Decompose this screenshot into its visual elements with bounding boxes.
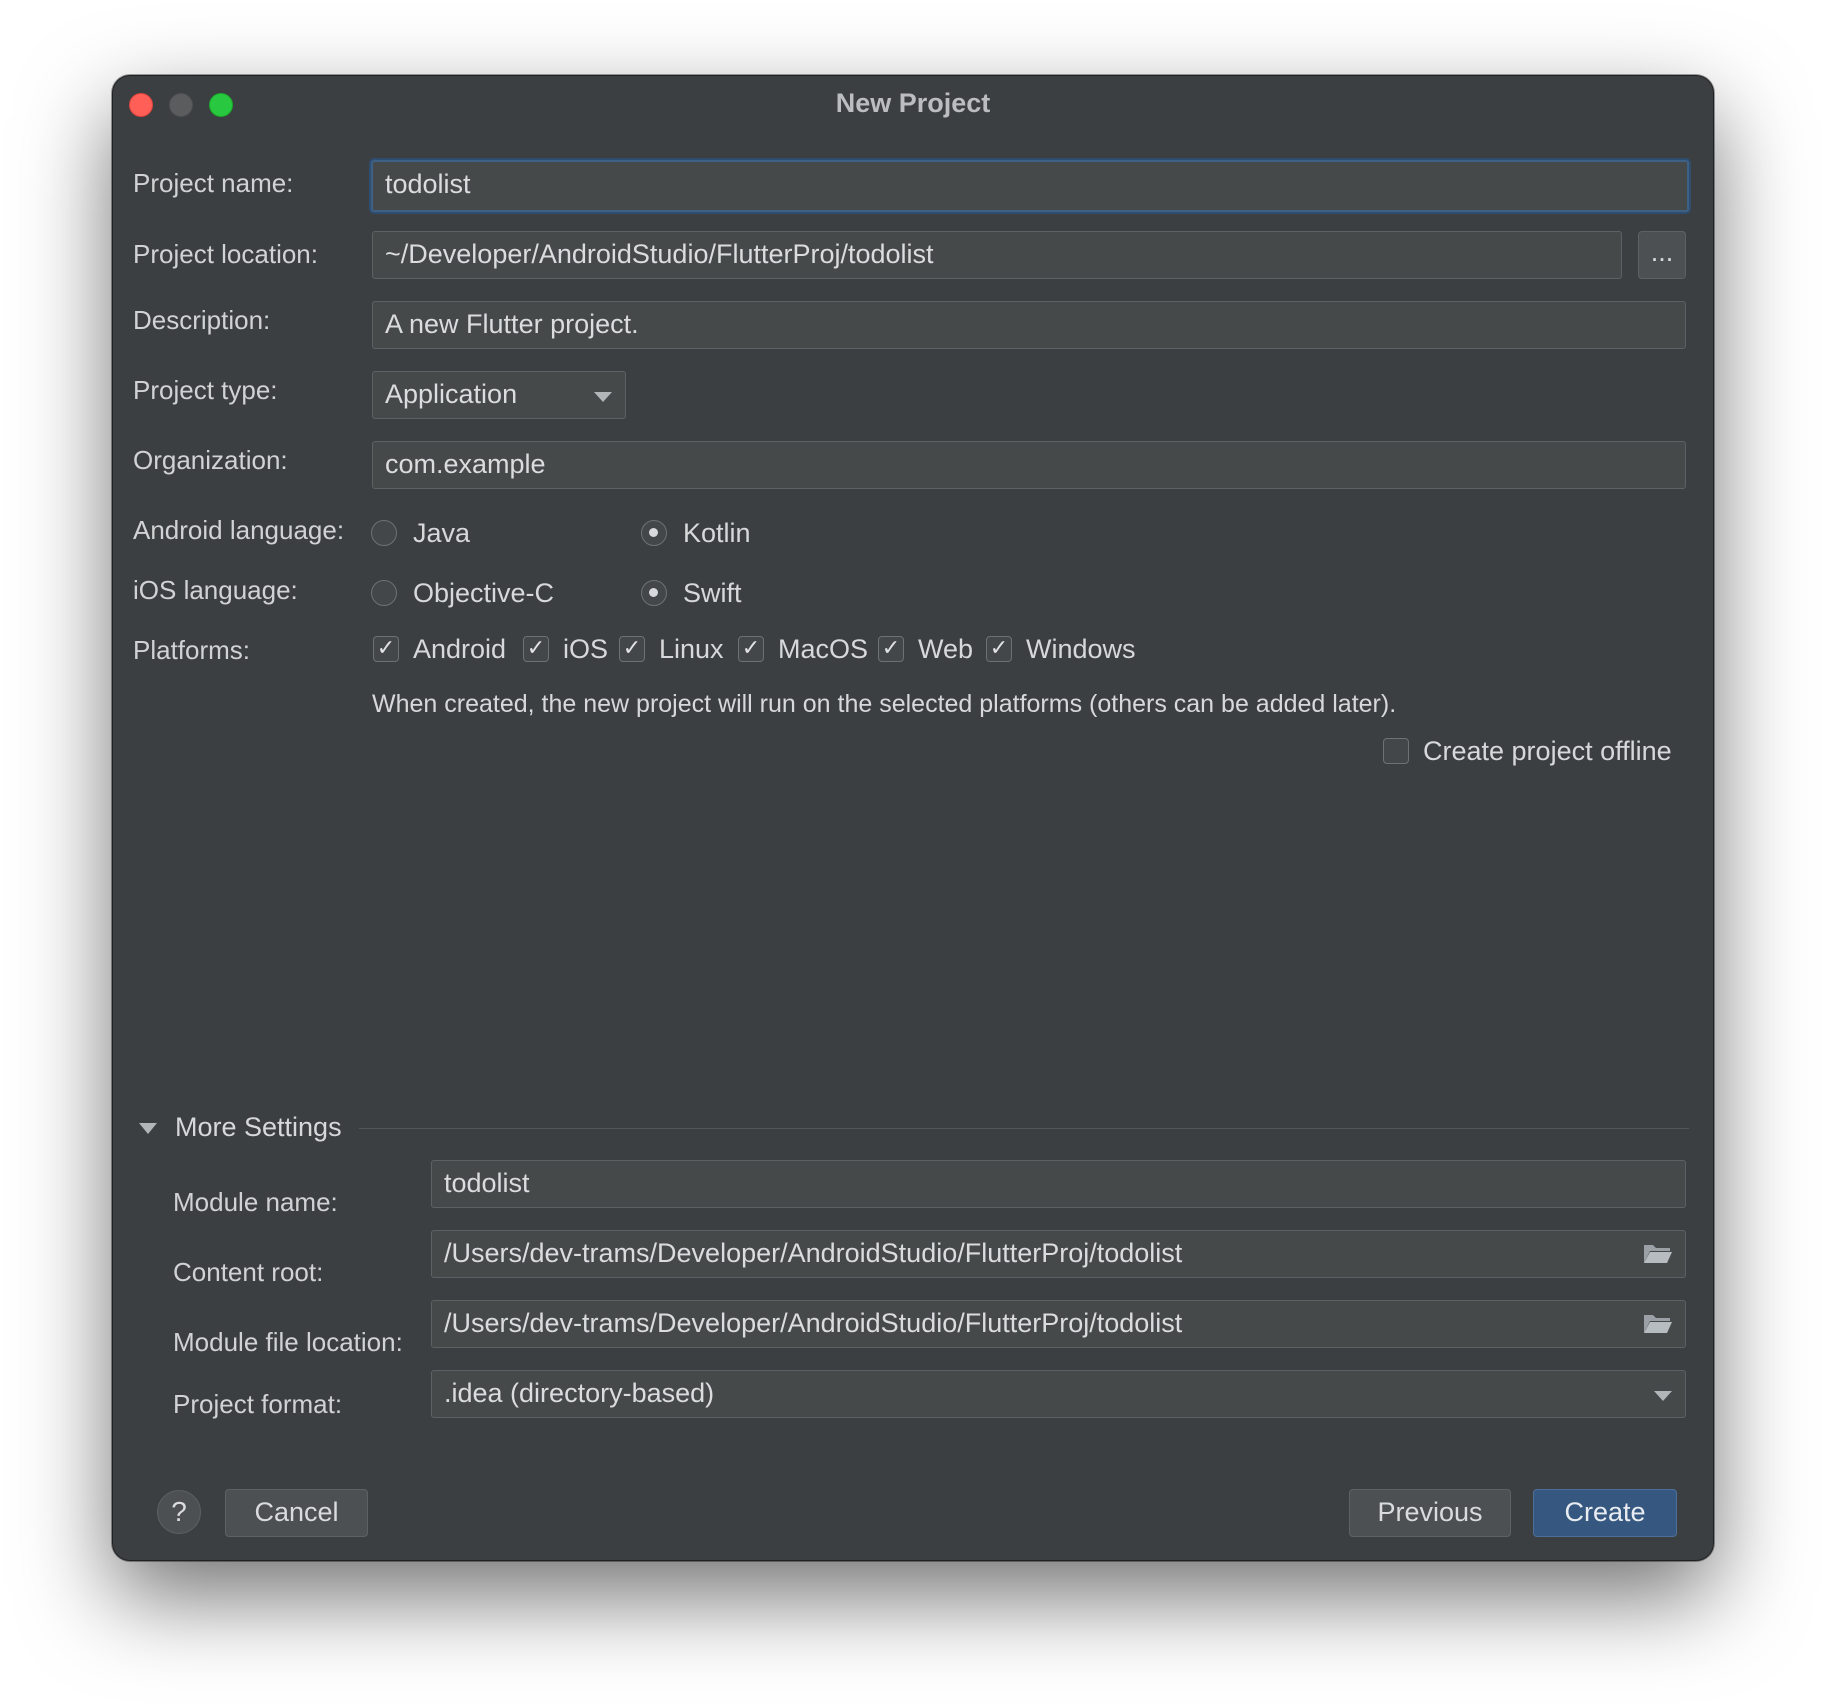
checkbox-linux[interactable]: ✓ bbox=[619, 636, 645, 662]
module-name-label: Module name: bbox=[173, 1187, 338, 1217]
radio-java-label: Java bbox=[413, 518, 471, 548]
more-settings-divider bbox=[359, 1128, 1689, 1129]
project-format-value: .idea (directory-based) bbox=[444, 1378, 715, 1408]
description-label: Description: bbox=[133, 305, 271, 335]
platforms-label: Platforms: bbox=[133, 635, 251, 665]
module-name-input[interactable]: todolist bbox=[431, 1160, 1686, 1208]
previous-button[interactable]: Previous bbox=[1349, 1489, 1511, 1537]
project-format-select[interactable]: .idea (directory-based) bbox=[431, 1370, 1686, 1418]
checkbox-ios-label: iOS bbox=[563, 634, 609, 664]
module-file-location-value: /Users/dev-trams/Developer/AndroidStudio… bbox=[444, 1308, 1183, 1338]
description-input[interactable]: A new Flutter project. bbox=[372, 301, 1686, 349]
checkbox-windows[interactable]: ✓ bbox=[986, 636, 1012, 662]
title-bar: New Project bbox=[113, 76, 1713, 132]
checkbox-windows-label: Windows bbox=[1026, 634, 1136, 664]
radio-objective-c-label: Objective-C bbox=[413, 578, 555, 608]
new-project-dialog: New Project Project name: todolist Proje… bbox=[112, 75, 1714, 1561]
project-name-input[interactable]: todolist bbox=[371, 160, 1689, 212]
project-name-label: Project name: bbox=[133, 168, 294, 198]
project-type-value: Application bbox=[385, 379, 518, 409]
cancel-button[interactable]: Cancel bbox=[225, 1489, 368, 1537]
module-file-location-label: Module file location: bbox=[173, 1327, 403, 1357]
browse-location-button[interactable]: ... bbox=[1638, 231, 1686, 279]
checkbox-create-offline[interactable] bbox=[1383, 738, 1409, 764]
project-location-input[interactable]: ~/Developer/AndroidStudio/FlutterProj/to… bbox=[372, 231, 1622, 279]
checkbox-macos-label: MacOS bbox=[778, 634, 869, 664]
radio-swift[interactable] bbox=[641, 580, 667, 606]
radio-swift-label: Swift bbox=[683, 578, 742, 608]
content-root-label: Content root: bbox=[173, 1257, 324, 1287]
organization-input[interactable]: com.example bbox=[372, 441, 1686, 489]
more-settings-toggle[interactable]: More Settings bbox=[175, 1112, 342, 1143]
organization-label: Organization: bbox=[133, 445, 288, 475]
module-file-location-input[interactable]: /Users/dev-trams/Developer/AndroidStudio… bbox=[431, 1300, 1686, 1348]
content-root-input[interactable]: /Users/dev-trams/Developer/AndroidStudio… bbox=[431, 1230, 1686, 1278]
platforms-hint: When created, the new project will run o… bbox=[372, 690, 1397, 718]
checkbox-android[interactable]: ✓ bbox=[373, 636, 399, 662]
window-title: New Project bbox=[835, 88, 991, 118]
radio-kotlin-label: Kotlin bbox=[683, 518, 751, 548]
content-root-value: /Users/dev-trams/Developer/AndroidStudio… bbox=[444, 1238, 1183, 1268]
checkbox-linux-label: Linux bbox=[659, 634, 724, 664]
checkbox-web[interactable]: ✓ bbox=[878, 636, 904, 662]
ios-language-label: iOS language: bbox=[133, 575, 298, 605]
create-button[interactable]: Create bbox=[1533, 1489, 1677, 1537]
radio-java[interactable] bbox=[371, 520, 397, 546]
chevron-down-icon bbox=[1654, 1391, 1672, 1401]
android-language-label: Android language: bbox=[133, 515, 345, 545]
checkbox-create-offline-label: Create project offline bbox=[1423, 736, 1672, 766]
project-type-label: Project type: bbox=[133, 375, 278, 405]
checkbox-web-label: Web bbox=[918, 634, 974, 664]
checkbox-ios[interactable]: ✓ bbox=[523, 636, 549, 662]
folder-icon[interactable] bbox=[1643, 1311, 1673, 1335]
project-type-select[interactable]: Application bbox=[372, 371, 626, 419]
project-format-label: Project format: bbox=[173, 1389, 343, 1419]
folder-icon[interactable] bbox=[1643, 1241, 1673, 1265]
collapse-triangle-icon[interactable] bbox=[139, 1123, 157, 1134]
radio-objective-c[interactable] bbox=[371, 580, 397, 606]
checkbox-macos[interactable]: ✓ bbox=[738, 636, 764, 662]
help-button[interactable]: ? bbox=[157, 1490, 201, 1534]
chevron-down-icon bbox=[594, 392, 612, 402]
project-location-label: Project location: bbox=[133, 239, 318, 269]
radio-kotlin[interactable] bbox=[641, 520, 667, 546]
checkbox-android-label: Android bbox=[413, 634, 507, 664]
